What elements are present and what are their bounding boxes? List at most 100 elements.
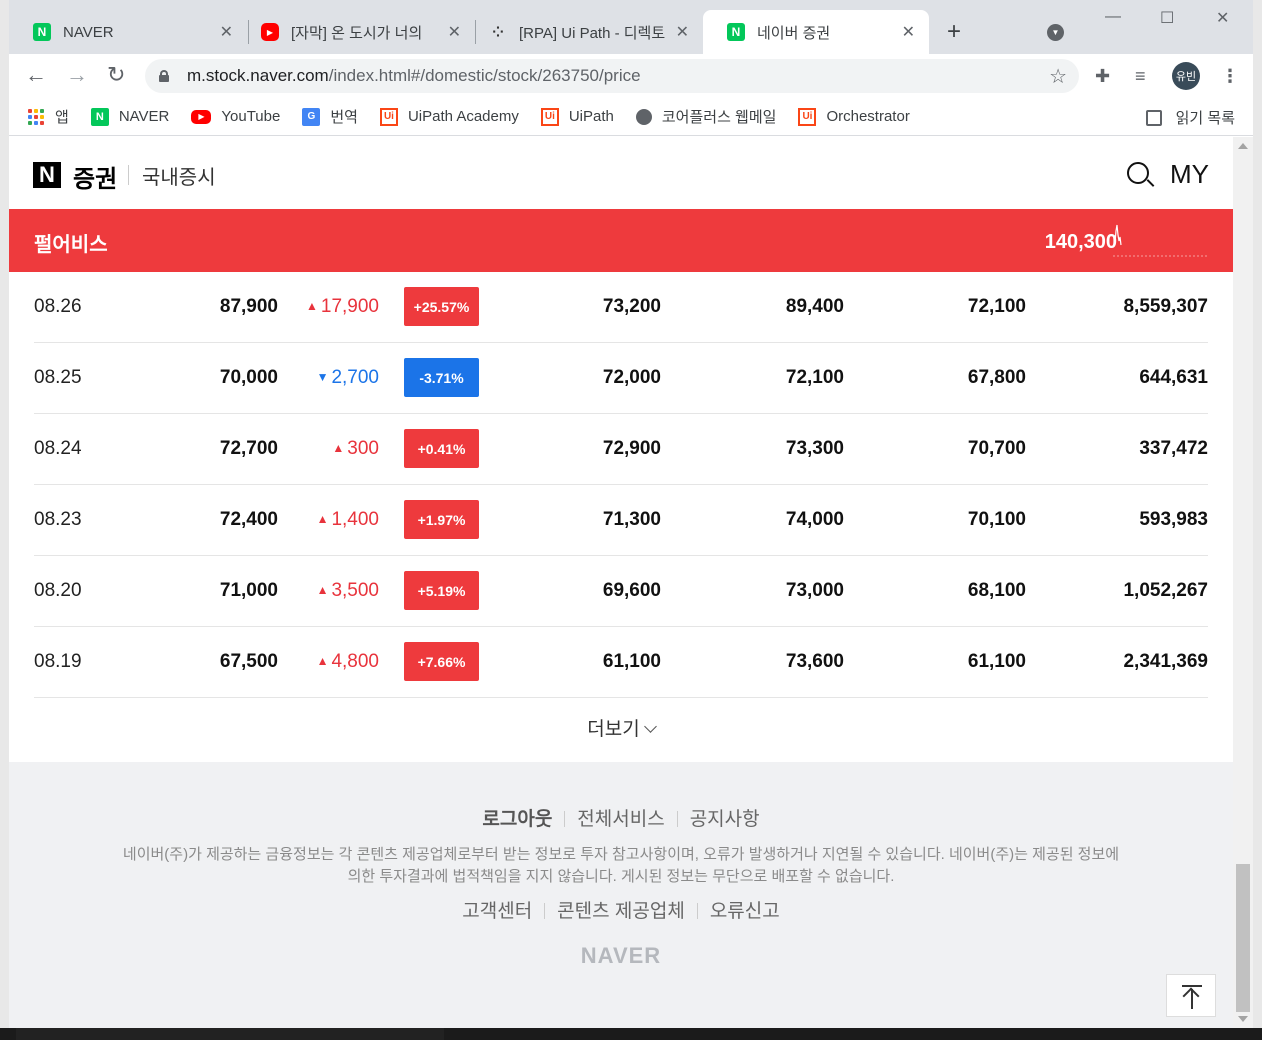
row-low-price: 61,100 [967, 651, 1026, 672]
site-logo-text[interactable]: 증권 [73, 159, 117, 194]
page-scrollbar[interactable] [1233, 137, 1253, 1028]
my-button[interactable]: MY [1170, 159, 1209, 190]
stock-price: 140,300 [1044, 231, 1117, 253]
url-text[interactable]: m.stock.naver.com/index.html#/domestic/s… [187, 66, 641, 86]
bookmark-youtube[interactable]: ▶ YouTube [191, 108, 280, 125]
arrow-up-icon-stem [1191, 989, 1193, 1009]
translate-icon: G [302, 107, 321, 126]
bookmark-label: Orchestrator [826, 108, 910, 125]
scrollbar-thumb[interactable] [1236, 864, 1250, 1012]
bookmark-orchestrator[interactable]: Ui Orchestrator [798, 107, 910, 126]
bookmark-star-icon[interactable]: ☆ [1049, 64, 1067, 89]
customer-center-link[interactable]: 고객센터 [462, 901, 532, 922]
tab-naver-stock[interactable]: N 네이버 증권 ✕ [703, 10, 929, 54]
notice-link[interactable]: 공지사항 [690, 809, 760, 830]
search-icon[interactable] [1127, 162, 1149, 184]
mini-chart [1113, 224, 1207, 257]
minimize-icon[interactable]: — [1105, 8, 1121, 26]
lock-icon[interactable] [159, 70, 169, 82]
tab-search-icon[interactable]: ▼ [1047, 24, 1064, 41]
close-tab-icon[interactable]: ✕ [220, 22, 233, 42]
scroll-up-icon[interactable] [1238, 143, 1248, 149]
bookmark-translate[interactable]: G 번역 [302, 106, 358, 127]
table-row: 08.19 67,500 ▲ 4,800 +7.66% 61,100 73,600 61,10… [34, 627, 1208, 698]
row-close-price: 71,000 [219, 580, 278, 601]
triangle-down-icon: ▼ [316, 370, 329, 384]
row-low-price: 70,700 [967, 438, 1026, 459]
bookmark-webmail[interactable]: 코어플러스 웹메일 [635, 106, 776, 127]
reading-list-button[interactable]: 읽기 목록 [1145, 107, 1235, 128]
row-low-price: 70,100 [967, 509, 1026, 530]
address-bar[interactable]: m.stock.naver.com/index.html#/domestic/s… [145, 59, 1079, 93]
scroll-to-top-button[interactable] [1166, 974, 1216, 1017]
media-control-icon[interactable]: ≡ [1135, 66, 1146, 87]
menu-icon[interactable]: ⋮ [1221, 66, 1239, 87]
maximize-icon[interactable]: ☐ [1160, 8, 1174, 28]
logout-link[interactable]: 로그아웃 [482, 809, 552, 830]
desktop-background-left [0, 0, 9, 1040]
row-change: ▲ 3,500 [317, 580, 379, 602]
tab-title: NAVER [63, 23, 114, 41]
reload-icon[interactable]: ↻ [107, 64, 125, 86]
more-button[interactable]: 더보기 [9, 714, 1233, 741]
scroll-down-icon[interactable] [1238, 1016, 1248, 1022]
content-providers-link[interactable]: 콘텐츠 제공업체 [557, 901, 685, 922]
profile-avatar[interactable]: 유빈 [1172, 62, 1200, 90]
tab-title: [RPA] Ui Path - 디렉토 [519, 24, 666, 42]
site-header: N 증권 국내증시 MY [9, 137, 1233, 209]
row-change: ▲ 17,900 [306, 296, 379, 318]
uipath-icon: Ui [379, 107, 398, 126]
triangle-up-icon: ▲ [332, 441, 345, 455]
bookmark-label: 앱 [55, 109, 69, 126]
triangle-up-icon: ▲ [316, 654, 329, 668]
close-tab-icon[interactable]: ✕ [676, 22, 689, 42]
all-services-link[interactable]: 전체서비스 [577, 809, 664, 830]
row-close-price: 87,900 [219, 296, 278, 317]
row-change: ▲ 300 [332, 438, 379, 460]
tab-naver[interactable]: N NAVER ✕ [9, 10, 247, 54]
back-icon[interactable]: ← [25, 64, 47, 86]
naver-logo-icon[interactable]: N [33, 162, 61, 188]
row-close-price: 72,400 [219, 509, 278, 530]
tab-tistory[interactable]: ⁘ [RPA] Ui Path - 디렉토 ✕ [465, 10, 703, 54]
row-change: ▲ 1,400 [317, 509, 379, 531]
row-change: ▼ 2,700 [317, 367, 379, 389]
row-open-price: 61,100 [602, 651, 661, 672]
row-high-price: 89,400 [785, 296, 844, 317]
bookmark-naver[interactable]: N NAVER [90, 107, 169, 126]
bookmark-label: 번역 [330, 109, 358, 126]
table-row: 08.26 87,900 ▲ 17,900 +25.57% 73,200 89,400 72,… [34, 272, 1208, 343]
footer: 로그아웃 전체서비스 공지사항 네이버(주)가 제공하는 금융정보는 각 콘텐츠 제… [9, 762, 1233, 1028]
close-tab-icon[interactable]: ✕ [448, 22, 461, 42]
row-date: 08.25 [34, 367, 82, 388]
extensions-icon[interactable]: ✚ [1095, 66, 1110, 87]
tab-title: 네이버 증권 [757, 24, 831, 42]
table-row: 08.20 71,000 ▲ 3,500 +5.19% 69,600 73,000 68,10… [34, 556, 1208, 627]
uipath-icon: Ui [798, 107, 817, 126]
row-low-price: 68,100 [967, 580, 1026, 601]
row-change: ▲ 4,800 [317, 651, 379, 673]
row-low-price: 67,800 [967, 367, 1026, 388]
report-error-link[interactable]: 오류신고 [710, 901, 780, 922]
forward-icon[interactable]: → [66, 64, 88, 86]
close-window-icon[interactable]: ✕ [1216, 8, 1229, 28]
tab-youtube[interactable]: ▶ [자막] 온 도시가 너의 ✕ [237, 10, 475, 54]
naver-footer-logo[interactable]: NAVER [9, 943, 1233, 969]
new-tab-icon[interactable]: + [947, 18, 961, 46]
table-row: 08.23 72,400 ▲ 1,400 +1.97% 71,300 74,000 70,10… [34, 485, 1208, 556]
row-volume: 8,559,307 [1123, 296, 1208, 317]
bookmark-uipath[interactable]: Ui UiPath [540, 107, 614, 126]
bookmark-apps[interactable]: 앱 [27, 106, 69, 127]
price-table: 08.26 87,900 ▲ 17,900 +25.57% 73,200 89,400 72,… [34, 272, 1208, 698]
bookmark-uipath-academy[interactable]: Ui UiPath Academy [379, 107, 519, 126]
header-divider [128, 165, 129, 185]
close-tab-icon[interactable]: ✕ [902, 22, 915, 42]
row-date: 08.23 [34, 509, 82, 530]
tab-title: [자막] 온 도시가 너의 [291, 24, 423, 42]
row-volume: 644,631 [1139, 367, 1208, 388]
youtube-icon: ▶ [191, 109, 212, 124]
row-change-value: 3,500 [331, 580, 379, 601]
row-close-price: 70,000 [219, 367, 278, 388]
table-row: 08.25 70,000 ▼ 2,700 -3.71% 72,000 72,100 67,80… [34, 343, 1208, 414]
section-title[interactable]: 국내증시 [142, 161, 216, 190]
